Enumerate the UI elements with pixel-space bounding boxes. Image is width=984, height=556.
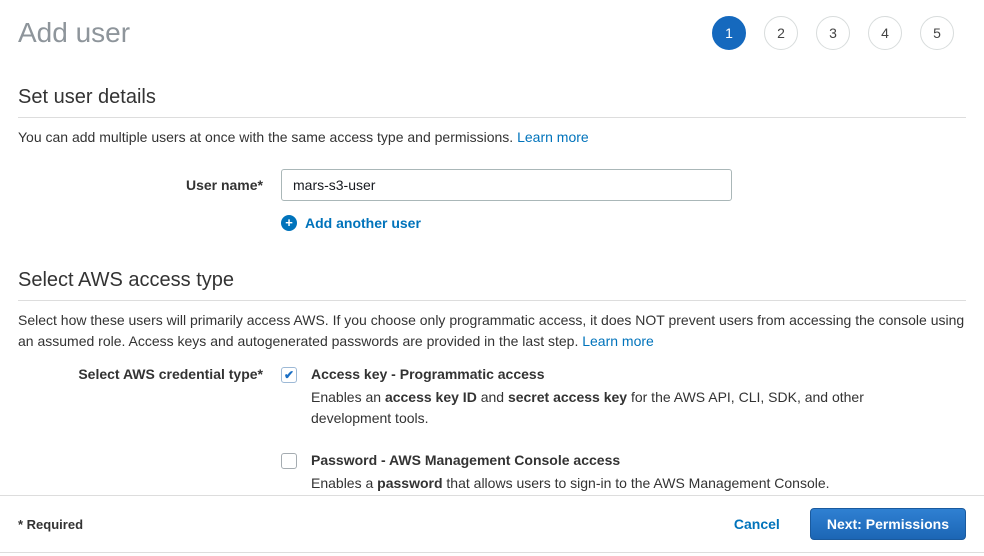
step-5-indicator: 5: [920, 16, 954, 50]
desc-segment: and: [477, 389, 508, 405]
credential-type-label: Select AWS credential type*: [18, 365, 263, 494]
username-form-row: User name*: [18, 169, 966, 201]
add-another-user-label: Add another user: [305, 215, 421, 231]
access-key-option-content: Access key - Programmatic access Enables…: [311, 365, 877, 429]
wizard-footer: * Required Cancel Next: Permissions: [0, 495, 984, 553]
password-option-description: Enables a password that allows users to …: [311, 473, 830, 494]
step-1-indicator: 1: [712, 16, 746, 50]
user-details-description-text: You can add multiple users at once with …: [18, 129, 517, 145]
password-option-content: Password - AWS Management Console access…: [311, 451, 830, 494]
desc-segment-bold: secret access key: [508, 389, 627, 405]
user-details-description: You can add multiple users at once with …: [18, 127, 966, 148]
access-type-learn-more-link[interactable]: Learn more: [582, 333, 654, 349]
username-input[interactable]: [281, 169, 732, 201]
desc-segment: Enables an: [311, 389, 385, 405]
credential-options: ✔ Access key - Programmatic access Enabl…: [281, 365, 877, 494]
desc-segment: Enables a: [311, 475, 377, 491]
credential-type-row: Select AWS credential type* ✔ Access key…: [18, 365, 966, 494]
wizard-step-indicator: 1 2 3 4 5: [712, 16, 954, 50]
step-4-indicator: 4: [868, 16, 902, 50]
password-option: Password - AWS Management Console access…: [281, 451, 877, 494]
cancel-button[interactable]: Cancel: [734, 516, 780, 532]
select-access-type-section: Select AWS access type Select how these …: [18, 269, 966, 494]
next-permissions-button[interactable]: Next: Permissions: [810, 508, 966, 540]
wizard-header: Add user 1 2 3 4 5: [0, 0, 984, 50]
access-key-option-description: Enables an access key ID and secret acce…: [311, 387, 877, 429]
required-note: * Required: [18, 517, 83, 532]
access-key-option: ✔ Access key - Programmatic access Enabl…: [281, 365, 877, 429]
add-another-user-button[interactable]: + Add another user: [281, 215, 966, 231]
add-user-wizard-page: Add user 1 2 3 4 5 Set user details You …: [0, 0, 984, 556]
select-access-type-heading: Select AWS access type: [18, 269, 966, 301]
plus-circle-icon: +: [281, 215, 297, 231]
step-2-indicator: 2: [764, 16, 798, 50]
step-3-indicator: 3: [816, 16, 850, 50]
username-field-wrap: [281, 169, 732, 201]
footer-actions: Cancel Next: Permissions: [734, 508, 966, 540]
desc-segment-bold: access key ID: [385, 389, 477, 405]
page-title: Add user: [18, 17, 130, 49]
access-key-option-title: Access key - Programmatic access: [311, 365, 877, 383]
username-label: User name*: [18, 169, 263, 201]
user-details-learn-more-link[interactable]: Learn more: [517, 129, 589, 145]
access-key-checkbox[interactable]: ✔: [281, 367, 297, 383]
set-user-details-section: Set user details You can add multiple us…: [18, 86, 966, 231]
password-option-title: Password - AWS Management Console access: [311, 451, 830, 469]
desc-segment-bold: password: [377, 475, 442, 491]
desc-segment: that allows users to sign-in to the AWS …: [443, 475, 830, 491]
password-checkbox[interactable]: [281, 453, 297, 469]
set-user-details-heading: Set user details: [18, 86, 966, 118]
access-type-description-text: Select how these users will primarily ac…: [18, 312, 964, 349]
access-type-description: Select how these users will primarily ac…: [18, 310, 966, 352]
